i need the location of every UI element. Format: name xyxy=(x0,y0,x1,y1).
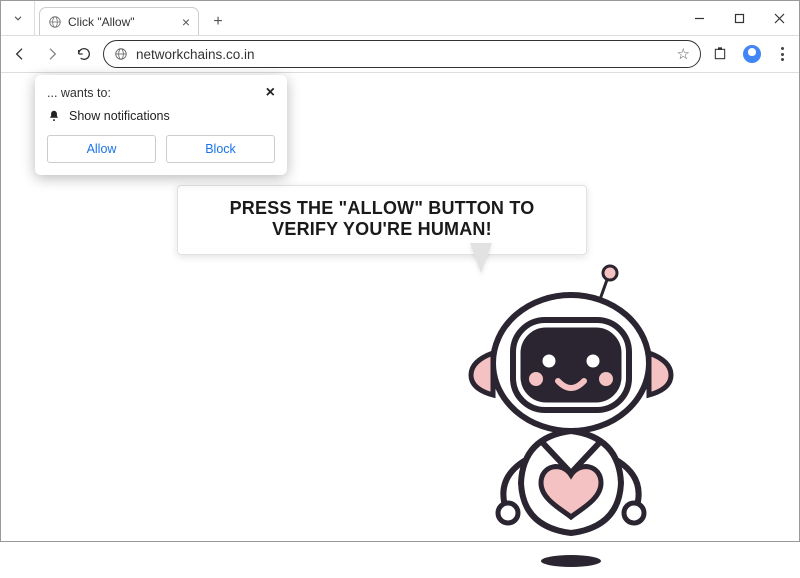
maximize-icon xyxy=(734,13,745,24)
tab-search-button[interactable] xyxy=(1,1,35,35)
window-minimize-button[interactable] xyxy=(679,1,719,35)
dot-icon xyxy=(781,47,784,50)
profile-avatar-icon xyxy=(743,45,761,63)
tab-title: Click "Allow" xyxy=(68,15,135,29)
profile-button[interactable] xyxy=(739,41,765,67)
dot-icon xyxy=(781,53,784,56)
page-content: ... wants to: × Show notifications Allow… xyxy=(1,73,799,541)
speech-bubble: PRESS THE "ALLOW" BUTTON TO VERIFY YOU'R… xyxy=(177,185,587,255)
permission-close-button[interactable]: × xyxy=(266,85,275,101)
close-icon xyxy=(774,13,785,24)
bell-icon xyxy=(47,109,61,123)
window-maximize-button[interactable] xyxy=(719,1,759,35)
bubble-text: PRESS THE "ALLOW" BUTTON TO VERIFY YOU'R… xyxy=(230,198,535,239)
notification-permission-prompt: ... wants to: × Show notifications Allow… xyxy=(35,75,287,175)
browser-titlebar: Click "Allow" × + xyxy=(1,1,799,35)
allow-button[interactable]: Allow xyxy=(47,135,156,163)
bookmark-button[interactable]: ☆ xyxy=(677,45,690,63)
url-text[interactable]: networkchains.co.in xyxy=(136,47,669,62)
dot-icon xyxy=(781,58,784,61)
chevron-down-icon xyxy=(11,11,25,25)
extensions-button[interactable] xyxy=(707,41,733,67)
site-info-icon[interactable] xyxy=(114,47,128,61)
address-bar[interactable]: networkchains.co.in ☆ xyxy=(103,40,701,68)
robot-illustration xyxy=(446,263,696,573)
new-tab-button[interactable]: + xyxy=(205,9,231,35)
permission-text: Show notifications xyxy=(69,109,170,123)
forward-button[interactable] xyxy=(39,41,65,67)
reload-icon xyxy=(76,46,92,62)
block-button[interactable]: Block xyxy=(166,135,275,163)
tab-close-button[interactable]: × xyxy=(182,15,190,29)
globe-icon xyxy=(48,15,62,29)
browser-toolbar: networkchains.co.in ☆ xyxy=(1,35,799,73)
reload-button[interactable] xyxy=(71,41,97,67)
window-controls xyxy=(679,1,799,35)
puzzle-icon xyxy=(712,46,728,62)
minimize-icon xyxy=(694,13,705,24)
robot-icon xyxy=(446,263,696,573)
arrow-right-icon xyxy=(44,46,60,62)
browser-menu-button[interactable] xyxy=(771,47,793,62)
browser-tab[interactable]: Click "Allow" × xyxy=(39,7,199,35)
window-close-button[interactable] xyxy=(759,1,799,35)
arrow-left-icon xyxy=(12,46,28,62)
back-button[interactable] xyxy=(7,41,33,67)
permission-site-label: ... wants to: xyxy=(47,86,111,100)
